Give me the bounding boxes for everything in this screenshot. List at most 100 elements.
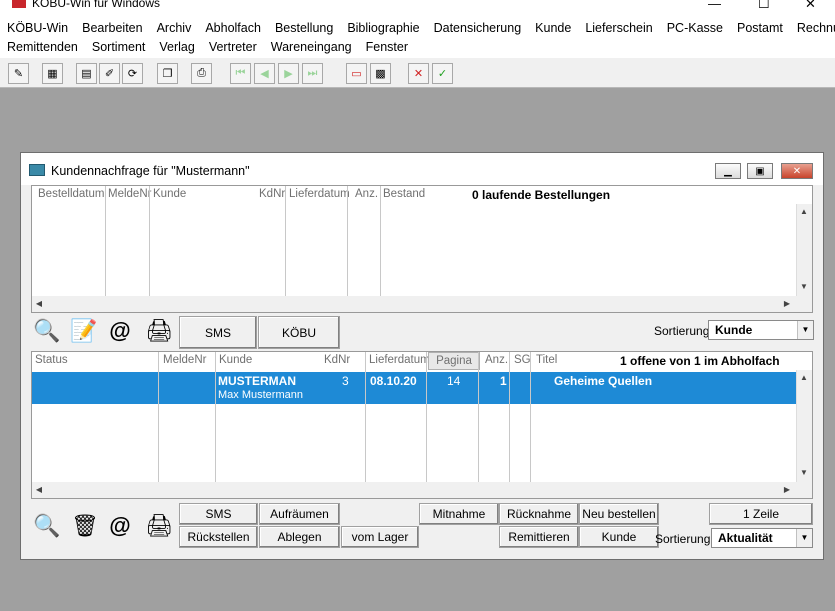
pickup-grid: Status MeldeNr Kunde KdNr Lieferdatum Pa… bbox=[31, 351, 813, 499]
sort-select-top[interactable]: Kunde ▼ bbox=[708, 320, 814, 340]
next-record-icon[interactable]: ▶ bbox=[278, 63, 299, 84]
menu-item-sortiment[interactable]: Sortiment bbox=[85, 37, 153, 57]
ruecknahme-button[interactable]: Rücknahme bbox=[499, 503, 579, 525]
kunde-button[interactable]: Kunde bbox=[579, 526, 659, 548]
orders-vscroll[interactable]: ▲ ▼ bbox=[796, 204, 812, 296]
col-kdnr[interactable]: KdNr bbox=[324, 354, 350, 366]
col-titel[interactable]: Titel bbox=[536, 354, 557, 366]
email-icon[interactable]: @ bbox=[105, 315, 135, 347]
vom-lager-button[interactable]: vom Lager bbox=[341, 526, 419, 548]
first-record-icon[interactable]: ⏮ bbox=[230, 63, 251, 84]
scroll-up-icon[interactable]: ▲ bbox=[797, 207, 811, 216]
window-title: Kundennachfrage für "Mustermann" bbox=[51, 164, 250, 178]
neu-bestellen-button[interactable]: Neu bestellen bbox=[579, 503, 659, 525]
col-meldenr[interactable]: MeldeNr bbox=[108, 188, 151, 200]
print-icon[interactable]: ⎙ bbox=[191, 63, 212, 84]
scroll-down-icon[interactable]: ▼ bbox=[797, 468, 811, 477]
col-kunde[interactable]: Kunde bbox=[219, 354, 252, 366]
window-minimize-button[interactable]: ▁ bbox=[715, 163, 741, 179]
customer-inquiry-window: Kundennachfrage für "Mustermann" ▁ ▣ ✕ B… bbox=[20, 152, 824, 560]
minimize-icon[interactable]: — bbox=[708, 0, 721, 11]
menu-item-fenster[interactable]: Fenster bbox=[359, 37, 415, 57]
confirm-icon[interactable]: ✓ bbox=[432, 63, 453, 84]
menu-item-postamt[interactable]: Postamt bbox=[730, 18, 790, 38]
menu-item-verlag[interactable]: Verlag bbox=[152, 37, 201, 57]
col-kunde[interactable]: Kunde bbox=[153, 188, 186, 200]
prev-record-icon[interactable]: ◀ bbox=[254, 63, 275, 84]
menu-item-bestellung[interactable]: Bestellung bbox=[268, 18, 340, 38]
calculator-icon[interactable]: ▦ bbox=[42, 63, 63, 84]
printer-icon[interactable]: 🖨 bbox=[139, 315, 179, 347]
sms-button-bottom[interactable]: SMS bbox=[179, 503, 258, 525]
sort-select-bottom[interactable]: Aktualität ▼ bbox=[711, 528, 813, 548]
cancel-icon[interactable]: ✕ bbox=[408, 63, 429, 84]
menu-item-remittenden[interactable]: Remittenden bbox=[0, 37, 85, 57]
remittieren-button[interactable]: Remittieren bbox=[499, 526, 579, 548]
row-kdnr: 3 bbox=[342, 374, 349, 388]
col-pagina[interactable]: Pagina bbox=[428, 352, 480, 370]
col-anz[interactable]: Anz. bbox=[355, 188, 378, 200]
search-icon[interactable]: 🔍 bbox=[31, 509, 63, 543]
table-row[interactable]: MUSTERMAN Max Mustermann 3 08.10.20 14 1… bbox=[32, 372, 796, 404]
ablegen-button[interactable]: Ablegen bbox=[259, 526, 340, 548]
new-document-icon[interactable]: ✎ bbox=[8, 63, 29, 84]
select-icon[interactable]: ▭ bbox=[346, 63, 367, 84]
scroll-down-icon[interactable]: ▼ bbox=[797, 282, 811, 291]
col-sg[interactable]: SG bbox=[514, 354, 531, 366]
maximize-icon[interactable]: ☐ bbox=[758, 0, 770, 12]
printer-icon[interactable]: 🖨 bbox=[139, 509, 179, 543]
pickup-vscroll[interactable]: ▲ ▼ bbox=[796, 370, 812, 482]
menu-item-wareneingang[interactable]: Wareneingang bbox=[264, 37, 359, 57]
koebu-button[interactable]: KÖBU bbox=[258, 316, 340, 349]
chevron-down-icon[interactable]: ▼ bbox=[796, 529, 812, 547]
row-lieferdatum: 08.10.20 bbox=[370, 374, 417, 388]
window-close-button[interactable]: ✕ bbox=[781, 163, 813, 179]
mitnahme-button[interactable]: Mitnahme bbox=[419, 503, 499, 525]
menu-item-abholfach[interactable]: Abholfach bbox=[198, 18, 268, 38]
col-kdnr[interactable]: KdNr bbox=[259, 188, 285, 200]
orders-hscroll[interactable]: ◀ ▶ bbox=[32, 296, 812, 312]
window-restore-button[interactable]: ▣ bbox=[747, 163, 773, 179]
menu-item-archiv[interactable]: Archiv bbox=[150, 18, 199, 38]
menu-item-kunde[interactable]: Kunde bbox=[528, 18, 578, 38]
col-lieferdatum[interactable]: Lieferdatum bbox=[369, 354, 430, 366]
edit-icon[interactable]: ✐ bbox=[99, 63, 120, 84]
scroll-right-icon[interactable]: ▶ bbox=[780, 299, 794, 308]
chevron-down-icon[interactable]: ▼ bbox=[797, 321, 813, 339]
menu-item-bearbeiten[interactable]: Bearbeiten bbox=[75, 18, 149, 38]
close-icon[interactable]: ✕ bbox=[805, 0, 816, 12]
open-folder-icon[interactable]: ▤ bbox=[76, 63, 97, 84]
pickup-hscroll[interactable]: ◀ ▶ bbox=[32, 482, 812, 498]
edit-note-icon[interactable]: 📝 bbox=[67, 315, 101, 347]
col-status[interactable]: Status bbox=[35, 354, 68, 366]
menu-item-vertreter[interactable]: Vertreter bbox=[202, 37, 264, 57]
scroll-up-icon[interactable]: ▲ bbox=[797, 373, 811, 382]
aufraeumen-button[interactable]: Aufräumen bbox=[259, 503, 340, 525]
col-bestelldatum[interactable]: Bestelldatum bbox=[38, 188, 104, 200]
email-icon[interactable]: @ bbox=[105, 509, 135, 543]
refresh-icon[interactable]: ⟳ bbox=[122, 63, 143, 84]
col-bestand[interactable]: Bestand bbox=[383, 188, 425, 200]
col-anz[interactable]: Anz. bbox=[485, 354, 508, 366]
menu-item-bibliographie[interactable]: Bibliographie bbox=[340, 18, 426, 38]
menu-item-köbu-win[interactable]: KÖBU-Win bbox=[0, 18, 75, 38]
copy-icon[interactable]: ❐ bbox=[157, 63, 178, 84]
menu-item-datensicherung[interactable]: Datensicherung bbox=[427, 18, 529, 38]
last-record-icon[interactable]: ⏭ bbox=[302, 63, 323, 84]
rueckstellen-button[interactable]: Rückstellen bbox=[179, 526, 258, 548]
app-title-bar: KÖBU-Win für Windows — ☐ ✕ bbox=[0, 0, 835, 14]
col-divider bbox=[530, 352, 531, 482]
zeile-button[interactable]: 1 Zeile bbox=[709, 503, 813, 525]
menu-item-pc-kasse[interactable]: PC-Kasse bbox=[660, 18, 730, 38]
sms-button[interactable]: SMS bbox=[179, 316, 257, 349]
menu-item-rechnung[interactable]: Rechnung bbox=[790, 18, 835, 38]
scroll-left-icon[interactable]: ◀ bbox=[32, 299, 46, 308]
trash-icon[interactable]: 🗑 bbox=[69, 509, 101, 543]
col-meldenr[interactable]: MeldeNr bbox=[163, 354, 206, 366]
search-icon[interactable]: 🔍 bbox=[31, 315, 63, 347]
grid-icon[interactable]: ▩ bbox=[370, 63, 391, 84]
col-lieferdatum[interactable]: Lieferdatum bbox=[289, 188, 350, 200]
scroll-right-icon[interactable]: ▶ bbox=[780, 485, 794, 494]
menu-item-lieferschein[interactable]: Lieferschein bbox=[578, 18, 659, 38]
scroll-left-icon[interactable]: ◀ bbox=[32, 485, 46, 494]
